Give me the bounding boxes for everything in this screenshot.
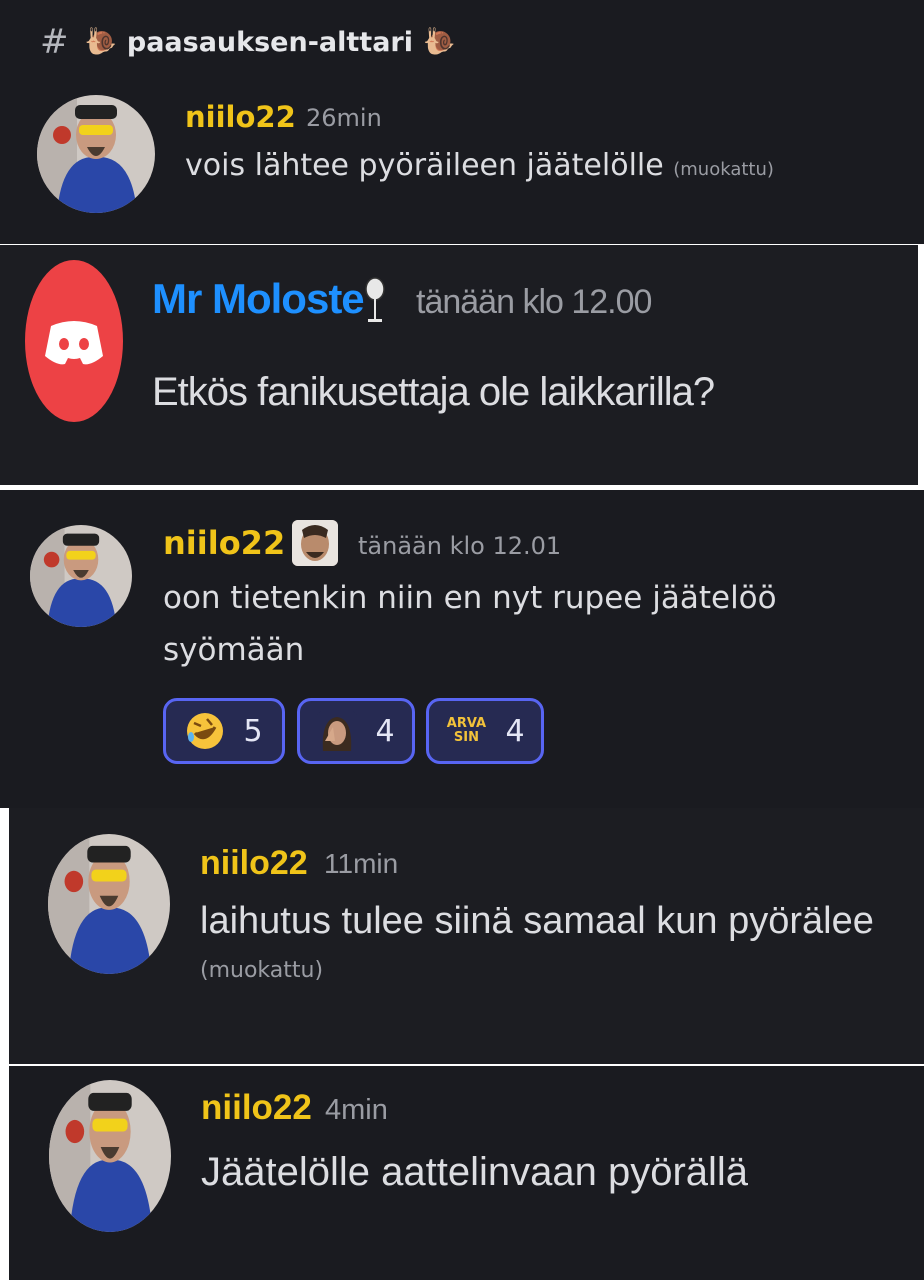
user-badge-icon [292, 520, 338, 566]
message-content-line1: oon tietenkin niin en nyt rupee jäätelöö [163, 580, 777, 616]
discord-avatar[interactable] [25, 260, 123, 422]
avatar[interactable] [49, 1080, 171, 1232]
reaction-count: 5 [243, 713, 263, 749]
username[interactable]: niilo22 [185, 100, 296, 134]
avatar[interactable] [30, 525, 132, 627]
wineglass-icon [365, 277, 385, 322]
avatar[interactable] [48, 834, 170, 974]
timestamp: 26min [306, 104, 382, 132]
timestamp: 11min [324, 848, 399, 879]
username[interactable]: niilo22 [163, 524, 285, 562]
snail-icon: 🐌 [84, 27, 117, 57]
reaction-button[interactable]: ARVA SIN 4 [426, 698, 544, 764]
message-content: Jäätelölle aattelinvaan pyörällä [201, 1150, 749, 1194]
arva-sin-emote-icon: ARVA SIN [445, 711, 487, 751]
message-panel-1: # 🐌 paasauksen-alttari 🐌 niilo22 26min v… [0, 0, 924, 244]
emote-label-line1: ARVA [446, 716, 487, 731]
reaction-button[interactable]: 4 [297, 698, 415, 764]
message-content: Etkös fanikusettaja ole laikkarilla? [152, 370, 715, 414]
username[interactable]: Mr Moloste [152, 275, 365, 323]
snail-icon: 🐌 [423, 27, 456, 57]
message-content-line2: syömään [163, 632, 305, 668]
message-content: laihutus tulee siinä samaal kun pyörälee [200, 900, 874, 942]
rofl-emoji-icon [187, 713, 224, 749]
timestamp: 4min [325, 1094, 388, 1126]
message-panel-4: niilo22 11min laihutus tulee siinä samaa… [9, 808, 924, 1064]
reaction-count: 4 [375, 713, 395, 749]
message-panel-5: niilo22 4min Jäätelölle aattelinvaan pyö… [9, 1066, 924, 1280]
edited-label: (muokattu) [673, 159, 774, 180]
message-panel-3: niilo22 tänään klo 12.01 oon tietenkin n… [0, 490, 924, 808]
message-content: vois lähtee pyöräileen jäätelölle [185, 148, 664, 183]
emote-label-line2: SIN [453, 730, 479, 745]
message-text: vois lähtee pyöräileen jäätelölle (muoka… [185, 148, 774, 183]
timestamp: tänään klo 12.01 [358, 532, 562, 560]
channel-hash-icon: # [40, 22, 69, 62]
reaction-button[interactable]: 5 [163, 698, 285, 764]
channel-header: # 🐌 paasauksen-alttari 🐌 [40, 22, 455, 62]
username[interactable]: niilo22 [200, 844, 308, 883]
message-panel-2: Mr Moloste tänään klo 12.00 Etkös faniku… [0, 245, 918, 485]
edited-label: (muokattu) [200, 958, 324, 983]
reaction-count: 4 [505, 713, 525, 749]
discord-logo-icon [45, 321, 103, 365]
timestamp: tänään klo 12.00 [416, 283, 652, 321]
channel-name[interactable]: paasauksen-alttari [127, 27, 413, 58]
avatar[interactable] [37, 95, 155, 213]
face-palm-emote-icon [317, 711, 358, 751]
username[interactable]: niilo22 [201, 1088, 312, 1128]
